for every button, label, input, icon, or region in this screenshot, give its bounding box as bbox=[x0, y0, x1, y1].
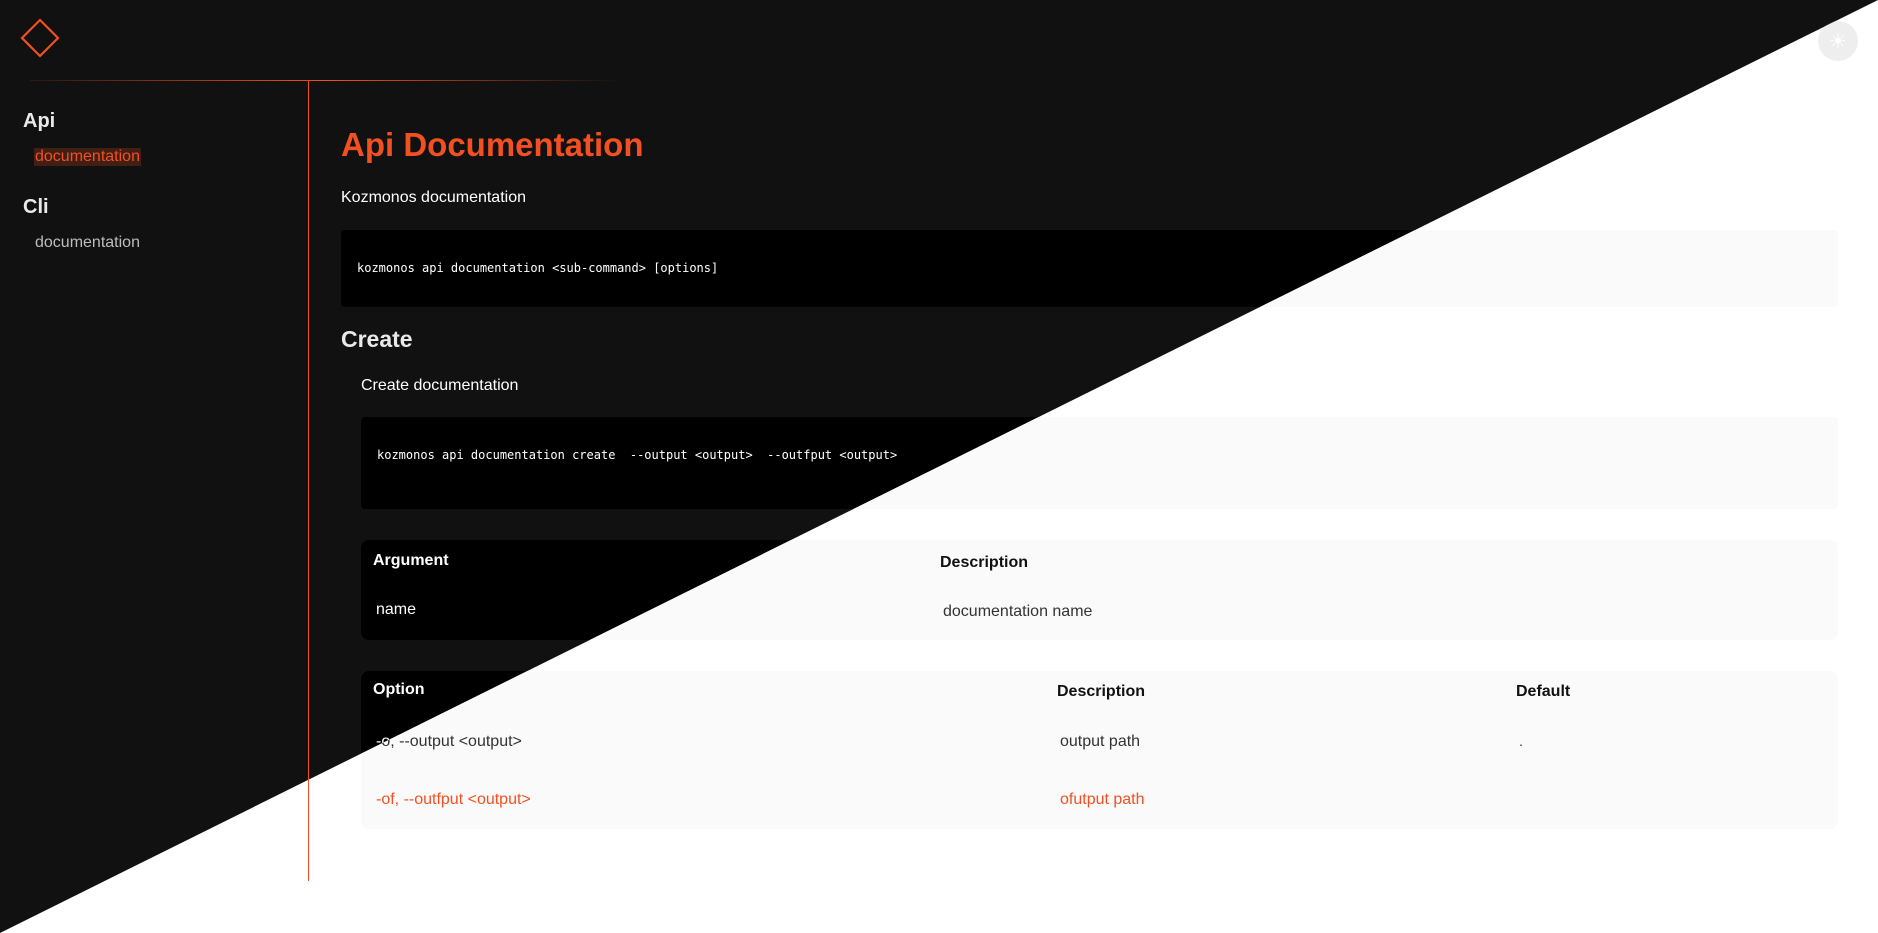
section-description: Create documentation bbox=[361, 377, 519, 394]
options-header-description: Description bbox=[1057, 683, 1146, 700]
option-name-cell: -of, --outfput <output> bbox=[376, 791, 531, 808]
option-description-cell: ofutput path bbox=[1060, 791, 1145, 808]
page-description: Kozmonos documentation bbox=[341, 189, 526, 206]
option-description-cell: output path bbox=[1060, 733, 1141, 750]
sidebar-group-cli: Cli bbox=[23, 196, 49, 219]
arguments-header-argument: Argument bbox=[373, 552, 449, 569]
options-table: Option Description Default -o, --output … bbox=[361, 671, 1838, 829]
options-header-default: Default bbox=[1516, 683, 1571, 700]
sidebar-group-api: Api bbox=[23, 110, 55, 133]
option-default-cell: . bbox=[1519, 733, 1523, 749]
theme-toggle-button[interactable]: ☀ bbox=[1818, 21, 1858, 61]
sidebar-item-api-documentation[interactable]: documentation bbox=[34, 148, 141, 166]
arguments-header-description: Description bbox=[940, 554, 1029, 571]
diamond-logo-icon[interactable] bbox=[20, 18, 60, 58]
sidebar-group-title: Cli bbox=[23, 196, 49, 218]
page-title: Api Documentation bbox=[341, 126, 644, 163]
options-header-option: Option bbox=[373, 681, 425, 698]
sidebar: Api documentation Cli documentation bbox=[0, 81, 309, 881]
sidebar-group-title: Api bbox=[23, 110, 56, 132]
sun-icon: ☀ bbox=[1829, 30, 1847, 53]
option-name-cell: -o, --output <output> bbox=[376, 733, 522, 750]
section-title: Create bbox=[341, 326, 413, 352]
argument-name-cell: name bbox=[376, 601, 417, 618]
sidebar-item-cli-documentation[interactable]: documentation bbox=[34, 234, 141, 252]
argument-description-cell: documentation name bbox=[943, 603, 1093, 620]
